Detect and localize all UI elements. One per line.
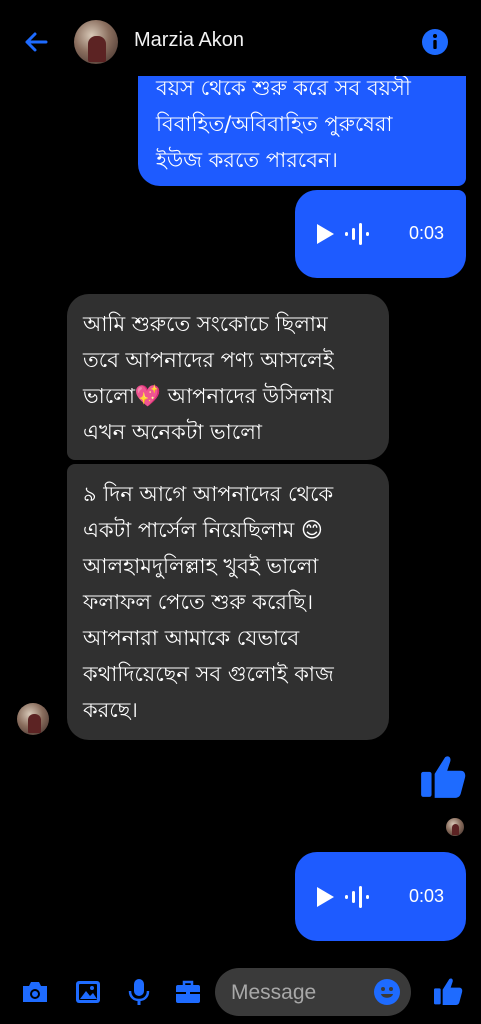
waveform-icon xyxy=(345,223,369,245)
seen-avatar xyxy=(446,818,464,836)
sender-avatar[interactable] xyxy=(17,703,49,735)
camera-icon[interactable] xyxy=(20,977,50,1007)
incoming-message-bubble[interactable]: আমি শুরুতে সংকোচে ছিলাম তবে আপনাদের পণ্য… xyxy=(67,294,389,460)
briefcase-icon[interactable] xyxy=(173,977,203,1007)
audio-duration: 0:03 xyxy=(408,223,444,243)
like-button-icon[interactable] xyxy=(432,975,464,1007)
audio-message[interactable]: 0:03 xyxy=(295,190,466,278)
info-icon[interactable] xyxy=(421,28,449,56)
message-input[interactable] xyxy=(229,968,373,1018)
message-text: বয়স থেকে শুরু করে সব বয়সী বিবাহিত/অবিব… xyxy=(156,76,411,172)
contact-name[interactable]: Marzia Akon xyxy=(134,29,244,52)
audio-duration: 0:03 xyxy=(408,886,444,906)
emoji-icon[interactable] xyxy=(373,978,401,1006)
message-input-container[interactable] xyxy=(215,968,411,1018)
message-text: ৯ দিন আগে আপনাদের থেকে একটা পার্সেল নিয়… xyxy=(83,482,334,722)
waveform-icon xyxy=(345,886,369,908)
incoming-message-bubble[interactable]: ৯ দিন আগে আপনাদের থেকে একটা পার্সেল নিয়… xyxy=(67,464,389,740)
audio-message[interactable]: 0:03 xyxy=(295,852,466,941)
thumbs-up-message-icon[interactable] xyxy=(418,751,468,801)
chat-header: Marzia Akon xyxy=(0,0,481,76)
microphone-icon[interactable] xyxy=(124,977,154,1007)
message-composer xyxy=(0,955,481,1024)
contact-avatar[interactable] xyxy=(74,20,118,64)
message-text: আমি শুরুতে সংকোচে ছিলাম তবে আপনাদের পণ্য… xyxy=(83,312,334,444)
gallery-icon[interactable] xyxy=(73,977,103,1007)
play-icon[interactable] xyxy=(315,886,335,908)
back-arrow-icon[interactable] xyxy=(20,26,52,58)
play-icon[interactable] xyxy=(315,223,335,245)
